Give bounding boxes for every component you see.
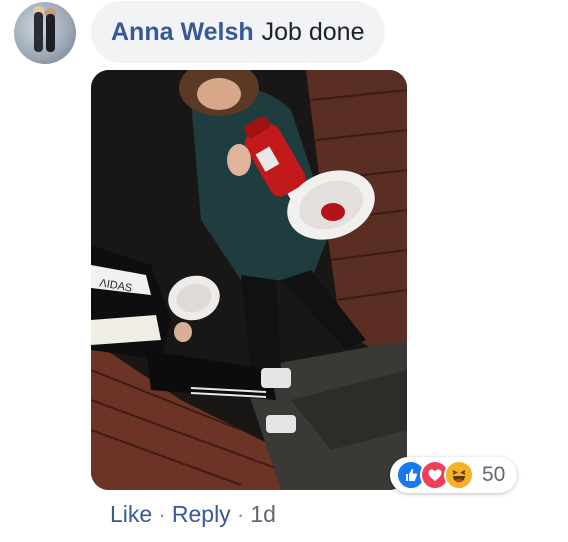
avatar-figure-body: [34, 12, 43, 52]
comment-author-link[interactable]: Anna Welsh: [111, 18, 254, 47]
avatar-figure-body: [46, 14, 55, 52]
comment-photo[interactable]: ΛIDAS: [91, 70, 407, 490]
separator: ·: [236, 501, 245, 527]
comment-bubble: Anna Welsh Job done: [91, 1, 385, 63]
avatar[interactable]: [14, 2, 76, 64]
timestamp[interactable]: 1d: [250, 501, 276, 527]
comment-actions: Like · Reply · 1d: [110, 501, 276, 528]
separator: ·: [158, 501, 166, 527]
photo-image: ΛIDAS: [91, 70, 407, 490]
haha-icon: [444, 460, 474, 490]
reply-link[interactable]: Reply: [172, 501, 231, 527]
reactions-summary[interactable]: 50: [390, 457, 518, 493]
reaction-count: 50: [482, 463, 506, 486]
comment-text: Job done: [261, 17, 365, 46]
like-link[interactable]: Like: [110, 501, 152, 527]
